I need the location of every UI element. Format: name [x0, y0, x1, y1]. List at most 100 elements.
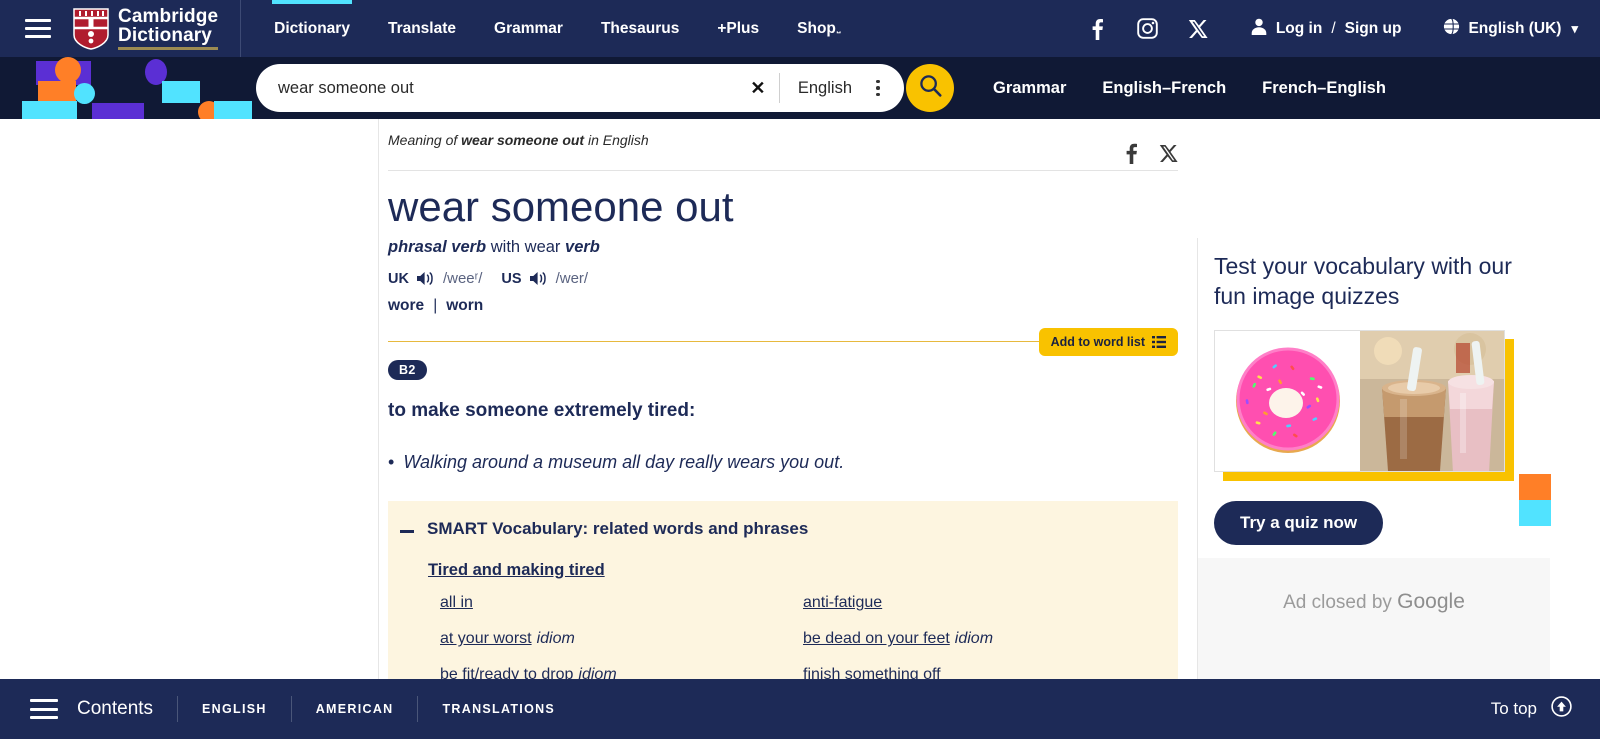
nav-label: Shop	[797, 19, 836, 37]
milkshakes-photo	[1360, 330, 1504, 471]
cambridge-crest-icon	[73, 7, 109, 50]
subnav-english-french[interactable]: English–French	[1084, 79, 1244, 98]
quiz-image-frame[interactable]	[1214, 329, 1514, 481]
nav-link-plus[interactable]: +Plus	[698, 0, 778, 57]
subnav-french-english[interactable]: French–English	[1244, 79, 1404, 98]
pos-with: with wear	[490, 238, 561, 257]
nav-divider	[240, 0, 242, 57]
accent-block-orange	[1519, 474, 1551, 500]
nav-label: Grammar	[494, 19, 563, 37]
add-to-word-list-button[interactable]: Add to word list	[1038, 328, 1178, 357]
uk-speaker-icon[interactable]	[416, 270, 436, 287]
smart-link[interactable]: be dead on your feet	[803, 630, 950, 647]
breadcrumb-prefix: Meaning of	[388, 132, 462, 148]
nav-link-translate[interactable]: Translate	[369, 0, 475, 57]
nav-label: Translate	[387, 19, 457, 37]
us-ipa: /wer/	[555, 270, 589, 288]
footer-contents-button[interactable]: Contents	[77, 698, 153, 720]
logo-underline	[118, 47, 219, 51]
footer-hamburger-menu-icon[interactable]	[30, 699, 58, 719]
nav-link-dictionary[interactable]: Dictionary	[255, 0, 369, 57]
list-icon	[1152, 336, 1166, 349]
search-field-container: ✕ English	[256, 64, 904, 112]
user-icon	[1251, 18, 1267, 40]
google-wordmark: Google	[1397, 590, 1465, 613]
nav-label: Thesaurus	[600, 19, 680, 37]
nav-link-thesaurus[interactable]: Thesaurus	[582, 0, 698, 57]
language-label: English (UK)	[1468, 19, 1562, 37]
to-top-label: To top	[1490, 699, 1537, 718]
smart-vocabulary-title: SMART Vocabulary: related words and phra…	[427, 519, 809, 539]
minus-icon[interactable]	[400, 530, 414, 534]
footer-tab-english[interactable]: ENGLISH	[178, 702, 291, 716]
list-item: all in	[440, 594, 803, 612]
breadcrumb-suffix: in English	[584, 132, 649, 148]
subnav-grammar[interactable]: Grammar	[975, 79, 1084, 98]
pos-base: verb	[565, 238, 600, 257]
example-sentence: • Walking around a museum all day really…	[388, 452, 1178, 473]
quiz-images	[1214, 329, 1505, 472]
hamburger-menu-icon[interactable]	[25, 19, 51, 38]
search-input[interactable]	[256, 78, 741, 98]
search-divider	[778, 73, 780, 103]
smart-tag: idiom	[536, 630, 575, 648]
sidebar-accent-blocks	[1519, 474, 1551, 526]
ad-closed-prefix: Ad closed by	[1283, 592, 1398, 613]
facebook-share-icon[interactable]	[1126, 143, 1137, 164]
x-twitter-icon[interactable]	[1173, 0, 1223, 57]
form-past: wore	[388, 297, 425, 315]
pronunciation-line: UK /weeʳ/ US /wer/	[388, 270, 1178, 287]
smart-vocabulary-list: all in at your worst idiom be fit/ready t…	[440, 594, 1178, 684]
smart-column-right: anti-fatigue be dead on your feet idiom f…	[803, 594, 1166, 684]
smart-vocabulary-topic[interactable]: Tired and making tired	[428, 561, 605, 580]
example-text: Walking around a museum all day really w…	[403, 452, 845, 473]
nav-link-grammar[interactable]: Grammar	[475, 0, 582, 57]
smart-link[interactable]: at your worst	[440, 630, 532, 647]
definition-text: to make someone extremely tired:	[388, 400, 696, 422]
footer-tab-american[interactable]: AMERICAN	[292, 702, 418, 716]
instagram-icon[interactable]	[1123, 0, 1173, 57]
us-label: US	[501, 270, 522, 287]
uk-label: UK	[388, 270, 409, 287]
list-item: anti-fatigue	[803, 594, 1166, 612]
secondary-nav: Grammar English–French French–English	[975, 57, 1404, 119]
nav-link-shop[interactable]: Shop ⎵	[778, 0, 859, 57]
us-speaker-icon[interactable]	[529, 270, 549, 287]
smart-vocabulary-header[interactable]: SMART Vocabulary: related words and phra…	[388, 519, 1178, 539]
breadcrumb: Meaning of wear someone out in English	[388, 119, 1178, 148]
part-of-speech: phrasal verb	[388, 238, 487, 257]
smart-column-left: all in at your worst idiom be fit/ready t…	[440, 594, 803, 684]
smart-tag: idiom	[954, 630, 994, 648]
footer-tab-translations[interactable]: TRANSLATIONS	[418, 702, 579, 716]
chevron-down-icon: ▾	[1571, 20, 1578, 36]
part-of-speech-line: phrasal verb with wear verb	[388, 238, 1178, 257]
login-signup-button[interactable]: Log in / Sign up	[1251, 18, 1401, 40]
to-top-button[interactable]: To top	[1491, 696, 1600, 722]
smart-link[interactable]: anti-fatigue	[803, 594, 882, 611]
facebook-icon[interactable]	[1073, 0, 1123, 57]
search-language-selector[interactable]: English	[784, 79, 864, 98]
entry-amber-rule: Add to word list	[388, 328, 1178, 357]
x-share-icon[interactable]	[1159, 144, 1178, 163]
main-content: Meaning of wear someone out in English w…	[0, 119, 1600, 739]
footer-bar: Contents ENGLISH AMERICAN TRANSLATIONS T…	[0, 679, 1600, 739]
smart-vocabulary-panel: SMART Vocabulary: related words and phra…	[388, 501, 1178, 685]
logo-line-1: Cambridge	[118, 5, 219, 27]
content-left-rule	[378, 119, 379, 679]
vertical-dots-icon[interactable]	[864, 71, 892, 105]
donut-photo	[1215, 330, 1360, 471]
form-separator: |	[433, 297, 438, 315]
clear-x-icon[interactable]: ✕	[741, 71, 775, 105]
nav-label: Dictionary	[274, 19, 350, 37]
list-item: at your worst idiom	[440, 630, 803, 648]
try-quiz-button[interactable]: Try a quiz now	[1214, 500, 1384, 545]
language-selector[interactable]: English (UK) ▾	[1443, 17, 1578, 40]
bullet-icon: •	[388, 452, 395, 473]
smart-link[interactable]: all in	[440, 594, 473, 611]
globe-icon	[1443, 17, 1461, 40]
site-logo[interactable]: Cambridge Dictionary	[73, 5, 219, 51]
page-title: wear someone out	[388, 183, 734, 230]
dictionary-entry: Meaning of wear someone out in English w…	[388, 119, 1178, 685]
search-submit-button[interactable]	[906, 64, 954, 112]
login-slash: /	[1331, 19, 1336, 37]
